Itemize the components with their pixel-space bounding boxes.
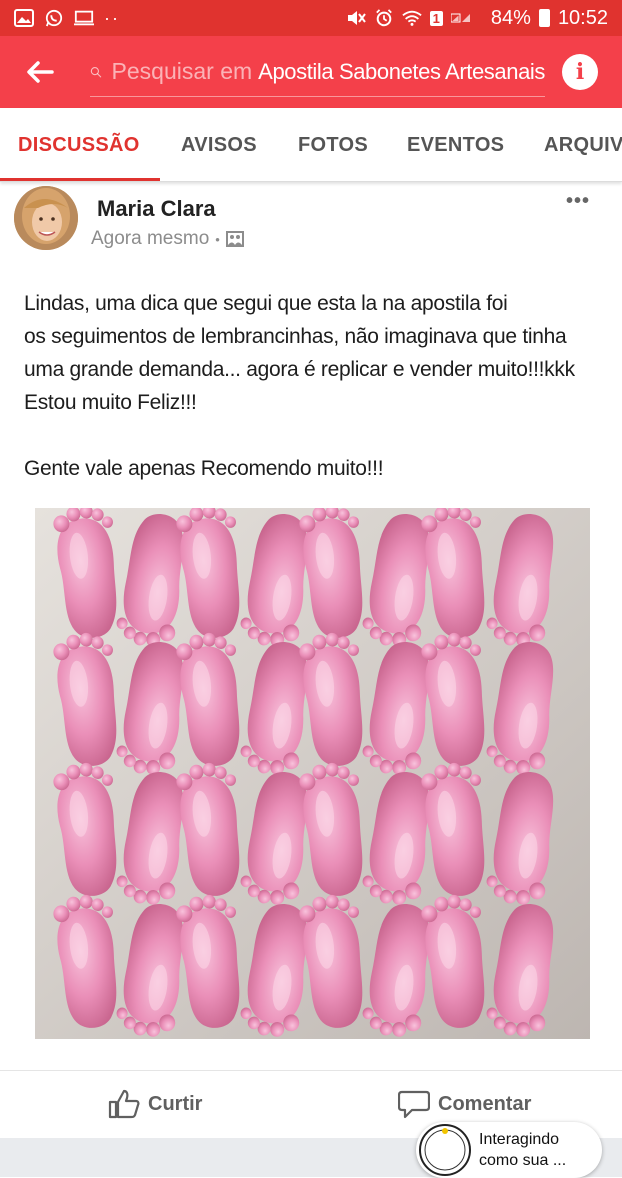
- search-input[interactable]: Pesquisar em Apostila Sabonetes Artesana…: [90, 47, 545, 97]
- sim-badge: 1: [429, 10, 443, 26]
- page-logo-badge: [424, 1128, 466, 1171]
- comment-label: Comentar: [438, 1092, 532, 1115]
- post-time[interactable]: Agora mesmo: [91, 228, 209, 250]
- photo-audience-icon: [225, 231, 244, 247]
- tab-eventos[interactable]: EVENTOS: [407, 108, 504, 181]
- like-button[interactable]: Curtir: [108, 1089, 202, 1119]
- back-arrow-icon: [27, 61, 54, 83]
- back-button[interactable]: [10, 36, 70, 108]
- pink-feet-soaps-photo: [35, 508, 590, 1039]
- overflow-dots: ··: [104, 7, 120, 28]
- post-line: Estou muito Feliz!!!: [24, 391, 197, 414]
- status-bar: ·· 1 84% 10:52: [0, 0, 622, 36]
- tab-avisos[interactable]: AVISOS: [181, 108, 257, 181]
- group-name: Apostila Sabonetes Artesanais: [258, 58, 545, 84]
- comment-button[interactable]: Comentar: [398, 1089, 531, 1119]
- more-icon[interactable]: •••: [566, 190, 590, 213]
- mute-icon: [347, 11, 366, 25]
- chat-line-2: como sua ...: [479, 1152, 567, 1169]
- post-line: os seguimentos de lembrancinhas, não ima…: [24, 325, 567, 348]
- tab-discussao[interactable]: DISCUSSÃO: [18, 108, 140, 181]
- meta-separator: •: [215, 231, 220, 247]
- info-icon: i: [575, 59, 585, 85]
- page-logo: [419, 1124, 471, 1176]
- post-photo[interactable]: [35, 508, 590, 1039]
- page-chat-head[interactable]: Interagindo como sua ...: [416, 1122, 602, 1178]
- chat-text: Interagindo como sua ...: [479, 1129, 566, 1171]
- tab-arquivos[interactable]: ARQUIVOS: [544, 108, 622, 181]
- alarm-icon: [375, 9, 392, 27]
- post-meta: Agora mesmo •: [91, 228, 244, 250]
- post-header: Maria Clara Agora mesmo • •••: [0, 182, 622, 272]
- group-header: Pesquisar em Apostila Sabonetes Artesana…: [0, 36, 622, 108]
- signal-icon: [450, 13, 470, 23]
- post-body: Lindas, uma dica que segui que esta la n…: [24, 287, 614, 485]
- battery-percent: 84%: [490, 6, 531, 29]
- screen-icon: [74, 10, 94, 26]
- post-line: Gente vale apenas Recomendo muito!!!: [24, 457, 384, 480]
- tab-fotos[interactable]: FOTOS: [298, 108, 368, 181]
- search-icon: [90, 66, 102, 77]
- post-line: uma grande demanda... agora é replicar e…: [24, 358, 575, 381]
- group-tabs: DISCUSSÃO AVISOS FOTOS EVENTOS ARQUIVOS: [0, 108, 622, 182]
- avatar-image: [14, 186, 78, 250]
- like-icon: [108, 1089, 140, 1119]
- wifi-icon: [402, 10, 422, 26]
- like-label: Curtir: [148, 1092, 203, 1115]
- clock: 10:52: [557, 6, 608, 29]
- avatar[interactable]: [14, 186, 78, 250]
- comment-icon: [398, 1090, 430, 1119]
- chat-line-1: Interagindo: [479, 1131, 560, 1148]
- whatsapp-icon: [45, 9, 63, 27]
- search-placeholder: Pesquisar em: [111, 58, 253, 84]
- gallery-icon: [14, 9, 34, 27]
- post-line: Lindas, uma dica que segui que esta la n…: [24, 292, 508, 315]
- author-name[interactable]: Maria Clara: [97, 196, 216, 222]
- post-line-blank: [24, 419, 614, 452]
- battery-icon: [538, 9, 550, 27]
- info-button[interactable]: i: [562, 54, 598, 90]
